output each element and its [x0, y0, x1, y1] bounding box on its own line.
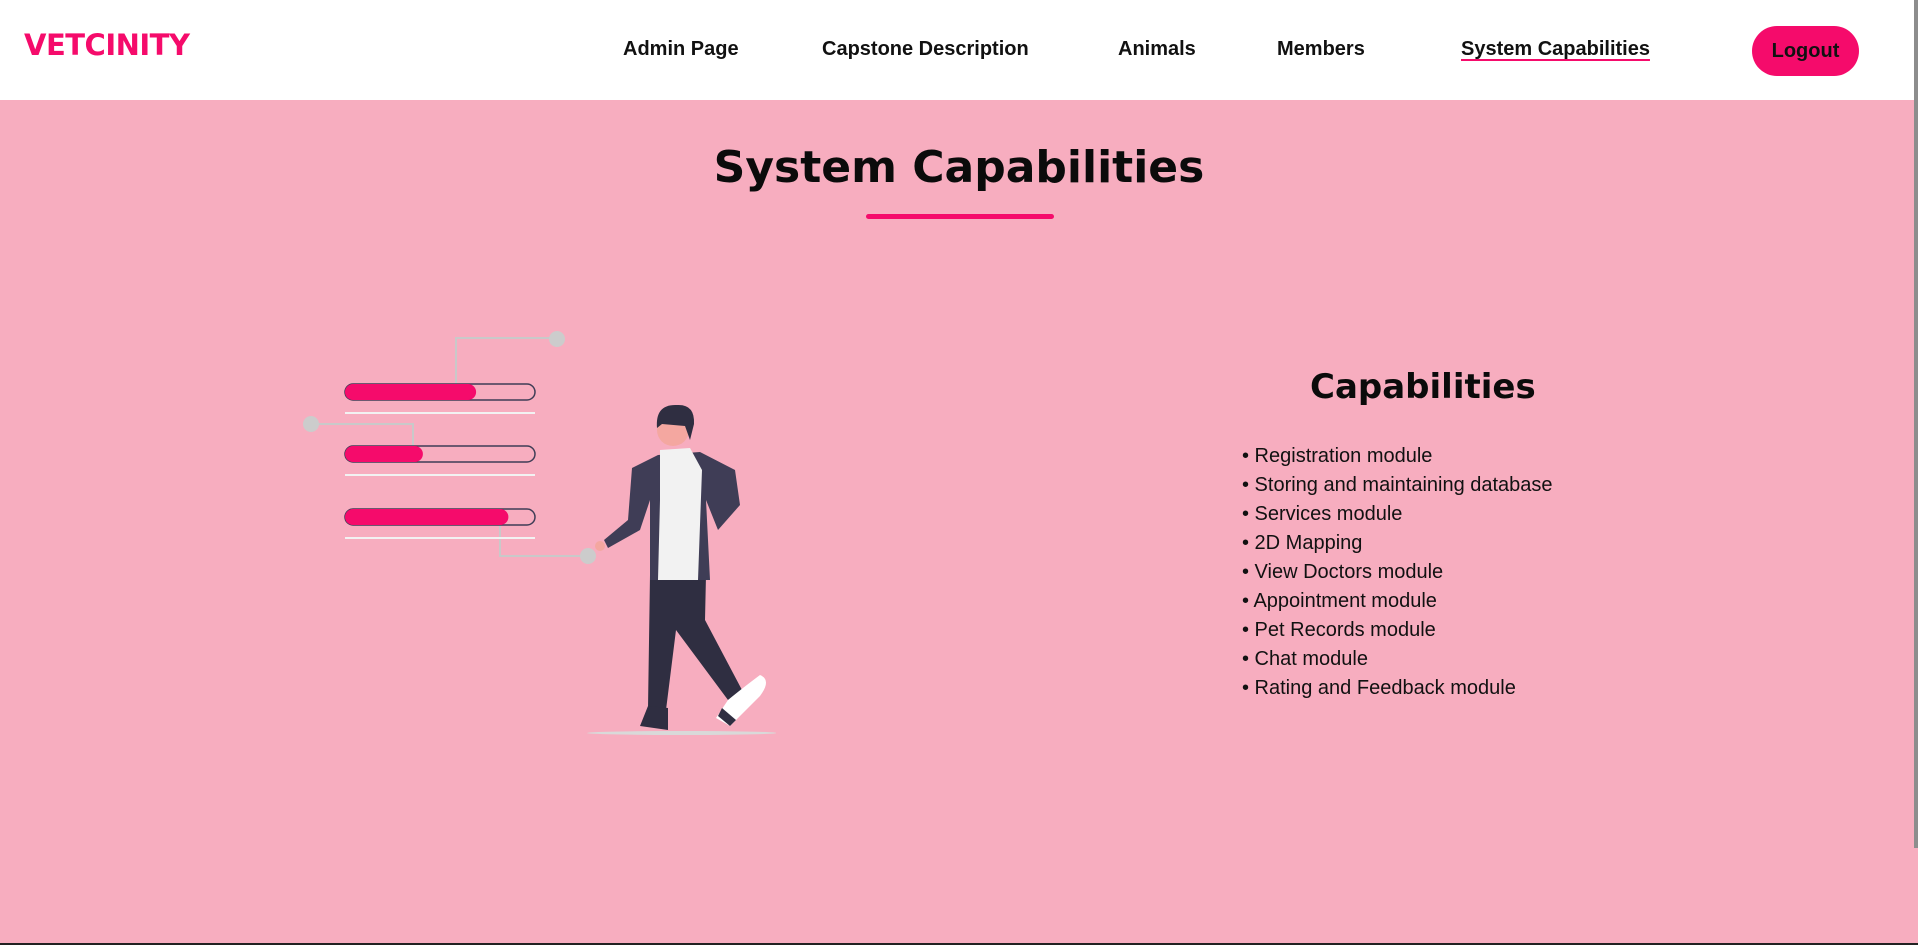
page-title: System Capabilities: [713, 142, 1205, 193]
nav-link-capstone-description[interactable]: Capstone Description: [822, 38, 1029, 61]
logout-button[interactable]: Logout: [1752, 26, 1859, 76]
progress-bar-fill: [345, 384, 477, 400]
nav-link-system-capabilities[interactable]: System Capabilities: [1461, 38, 1650, 61]
brand-logo[interactable]: VETCINITY: [24, 28, 190, 62]
list-item: • Appointment module: [1242, 590, 1437, 612]
list-item: • 2D Mapping: [1242, 532, 1363, 554]
list-item: • Storing and maintaining database: [1242, 474, 1553, 496]
nav-link-animals[interactable]: Animals: [1118, 38, 1196, 61]
top-navbar: VETCINITY Admin Page Capstone Descriptio…: [0, 0, 1918, 100]
capabilities-list: • Registration module • Storing and main…: [1242, 442, 1553, 703]
connector-dot: [549, 331, 565, 347]
nav-link-members[interactable]: Members: [1277, 38, 1365, 61]
progress-illustration: [303, 331, 776, 735]
scrollbar[interactable]: [1914, 0, 1918, 848]
capabilities-heading: Capabilities: [1310, 367, 1536, 407]
connector-dot: [303, 416, 319, 432]
list-item: • Chat module: [1242, 648, 1368, 670]
list-item: • Pet Records module: [1242, 619, 1436, 641]
nav-link-admin-page[interactable]: Admin Page: [623, 38, 739, 61]
list-item: • Registration module: [1242, 445, 1433, 467]
list-item: • View Doctors module: [1242, 561, 1444, 583]
progress-bar-fill: [345, 446, 423, 462]
person-figure: [587, 404, 776, 735]
list-item: • Rating and Feedback module: [1242, 677, 1516, 699]
list-item: • Services module: [1242, 503, 1403, 525]
connector-dot: [580, 548, 596, 564]
title-underline: [866, 214, 1054, 219]
progress-bar-fill: [345, 509, 509, 525]
